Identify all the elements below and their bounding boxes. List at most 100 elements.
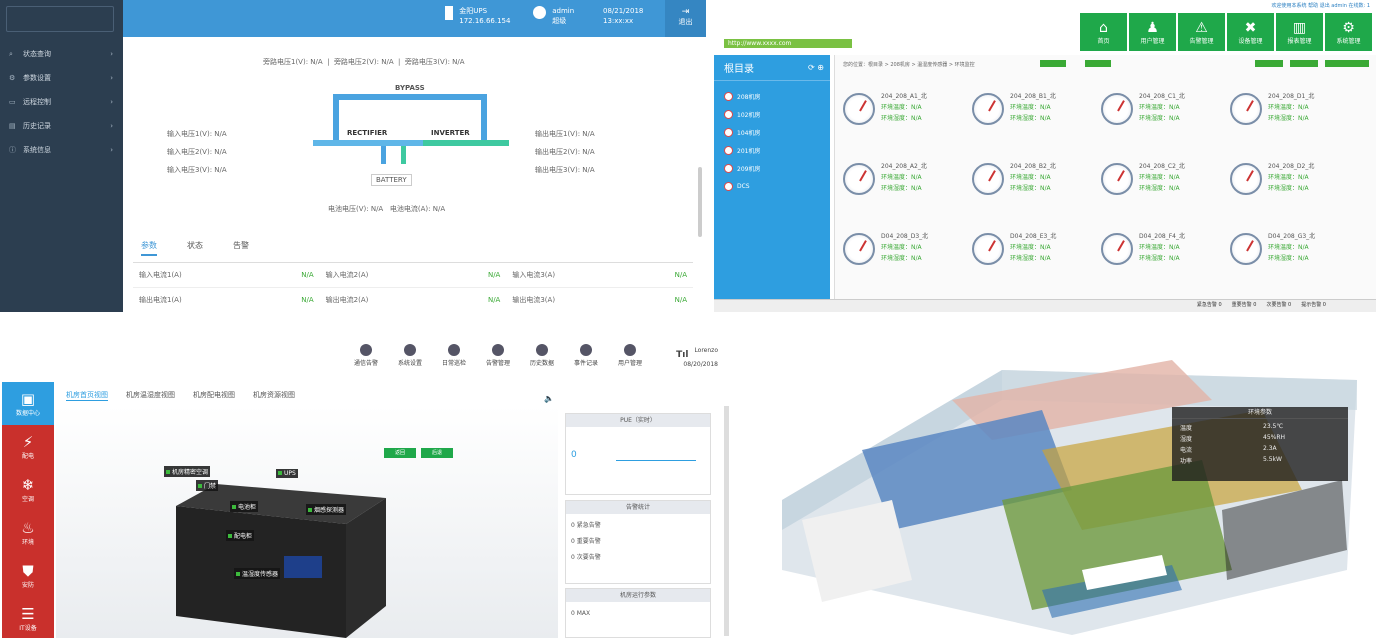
toolbar-button-0[interactable]: 通信告警: [346, 344, 386, 367]
toolbar-button-6[interactable]: 用户管理: [610, 344, 650, 367]
category-label: 数据中心: [15, 410, 40, 417]
category-item-3[interactable]: ♨ 环境: [2, 511, 54, 554]
gauge-icon[interactable]: [1230, 233, 1262, 265]
toolbar-button-4[interactable]: 历史数据: [522, 344, 562, 367]
nav-button-3[interactable]: ✖ 设备管理: [1227, 13, 1274, 51]
sidebar-item-2[interactable]: ▭ 远程控制 ›: [0, 90, 123, 114]
sensor-card[interactable]: 204_208_B1_北 环境温度：N/A 环境湿度：N/A: [1010, 91, 1056, 124]
scene-label-door[interactable]: 门禁: [196, 480, 219, 491]
scene-label-th[interactable]: 温湿度传感器: [234, 568, 281, 579]
tree-item[interactable]: 104机房: [724, 123, 830, 141]
gauge-icon[interactable]: [1230, 163, 1262, 195]
gauge-icon[interactable]: [1101, 93, 1133, 125]
sidebar-item-0[interactable]: ⌕ 状态查询 ›: [0, 42, 123, 66]
gauge-icon[interactable]: [1101, 163, 1133, 195]
tab-params[interactable]: 参数: [141, 240, 157, 256]
nav-button-0[interactable]: ⌂ 首页: [1080, 13, 1127, 51]
tab-alarm[interactable]: 告警: [233, 240, 249, 256]
tag-button-2[interactable]: [1085, 60, 1111, 67]
tab-status[interactable]: 状态: [187, 240, 203, 256]
category-label: 安防: [21, 582, 34, 589]
signal-icon: Tıl: [676, 350, 689, 360]
scene-label-pdu[interactable]: 配电柜: [226, 530, 255, 541]
alarm-counter[interactable]: 重要告警 0: [1232, 301, 1257, 308]
action-button-1[interactable]: [1255, 60, 1283, 67]
nav-button-2[interactable]: ⚠ 告警管理: [1178, 13, 1225, 51]
sensor-card[interactable]: 204_208_D1_北 环境温度：N/A 环境湿度：N/A: [1268, 91, 1314, 124]
run-param-panel: 机房运行参数 0 MAX: [565, 588, 711, 638]
gauge-icon[interactable]: [972, 163, 1004, 195]
sensor-card[interactable]: D04_208_F4_北 环境温度：N/A 环境湿度：N/A: [1139, 231, 1185, 264]
alarm-counter[interactable]: 提示告警 0: [1301, 301, 1326, 308]
logout-button[interactable]: ⇥ 退出: [665, 0, 706, 37]
sensor-card[interactable]: D04_208_D3_北 环境温度：N/A 环境湿度：N/A: [881, 231, 928, 264]
nav-button-4[interactable]: ▥ 报表管理: [1276, 13, 1323, 51]
gauge-icon[interactable]: [972, 233, 1004, 265]
category-item-2[interactable]: ❄ 空调: [2, 468, 54, 511]
gauge-icon[interactable]: [1101, 233, 1133, 265]
gauge-icon[interactable]: [1230, 93, 1262, 125]
category-item-4[interactable]: ⛊ 安防: [2, 554, 54, 597]
scrollbar[interactable]: [724, 406, 729, 636]
refresh-icon[interactable]: ⟳ ⊕: [808, 63, 824, 72]
toolbar-button-3[interactable]: 告警管理: [478, 344, 518, 367]
category-item-5[interactable]: ☰ IT设备: [2, 597, 54, 640]
speaker-icon[interactable]: 🔈: [544, 394, 554, 403]
sidebar-item-3[interactable]: ▤ 历史记录 ›: [0, 114, 123, 138]
scene-label-ac[interactable]: 机房精密空调: [164, 466, 211, 477]
back-button[interactable]: 返回: [384, 448, 416, 458]
gauge-icon[interactable]: [843, 233, 875, 265]
nav-button-1[interactable]: ♟ 用户管理: [1129, 13, 1176, 51]
3d-scene[interactable]: 机房精密空调 门禁 UPS 电池柜 配电柜 烟感探测器 温湿度传感器 返回 后退…: [56, 394, 558, 638]
category-item-0[interactable]: ▣ 数据中心: [2, 382, 54, 425]
view-tab-0[interactable]: 机房首页视图: [66, 390, 108, 401]
nav-button-5[interactable]: ⚙ 系统管理: [1325, 13, 1372, 51]
sidebar-item-4[interactable]: ⓘ 系统信息 ›: [0, 138, 123, 162]
alarm-counter[interactable]: 紧急告警 0: [1197, 301, 1222, 308]
alarm-counter[interactable]: 次要告警 0: [1266, 301, 1291, 308]
sensor-card[interactable]: D04_208_G3_北 环境温度：N/A 环境湿度：N/A: [1268, 231, 1315, 264]
sidebar-item-label: 历史记录: [23, 122, 51, 130]
user-info[interactable]: admin 超级: [533, 6, 574, 26]
category-item-1[interactable]: ⚡ 配电: [2, 425, 54, 468]
sensor-name: 204_208_C2_北: [1139, 163, 1185, 170]
sensor-card[interactable]: 204_208_A1_北 环境温度：N/A 环境湿度：N/A: [881, 91, 927, 124]
toolbar-button-1[interactable]: 系统设置: [390, 344, 430, 367]
tree-item[interactable]: DCS: [724, 177, 830, 195]
sensor-card[interactable]: 204_208_C2_北 环境温度：N/A 环境湿度：N/A: [1139, 161, 1185, 194]
sensor-card[interactable]: D04_208_E3_北 环境温度：N/A 环境湿度：N/A: [1010, 231, 1056, 264]
scene-label-smoke[interactable]: 烟感探测器: [306, 504, 347, 515]
pue-trend-line: [616, 460, 696, 461]
nav-icon: ⚙: [1342, 19, 1355, 36]
sensor-card[interactable]: 204_208_C1_北 环境温度：N/A 环境湿度：N/A: [1139, 91, 1185, 124]
sidebar-item-1[interactable]: ⚙ 参数设置 ›: [0, 66, 123, 90]
view-tab-2[interactable]: 机房配电视图: [193, 390, 235, 401]
action-button-3[interactable]: [1325, 60, 1369, 67]
gauge-icon[interactable]: [972, 93, 1004, 125]
sensor-card[interactable]: 204_208_B2_北 环境温度：N/A 环境湿度：N/A: [1010, 161, 1056, 194]
cell-label: 输入电流2(A): [325, 271, 369, 279]
nav-label: 系统管理: [1336, 37, 1361, 45]
tag-button-1[interactable]: [1040, 60, 1066, 67]
view-tab-1[interactable]: 机房温湿度视图: [126, 390, 175, 401]
previous-button[interactable]: 后退: [421, 448, 453, 458]
tree-item[interactable]: 102机房: [724, 105, 830, 123]
toolbar-button-5[interactable]: 事件记录: [566, 344, 606, 367]
topbar-links[interactable]: 欢迎使用本系统 帮助 退出 admin 在线数: 1: [1272, 2, 1370, 9]
tree-item[interactable]: 201机房: [724, 141, 830, 159]
sensor-card[interactable]: 204_208_D2_北 环境温度：N/A 环境湿度：N/A: [1268, 161, 1314, 194]
sensor-card[interactable]: 204_208_A2_北 环境温度：N/A 环境湿度：N/A: [881, 161, 927, 194]
scene-label-ups[interactable]: UPS: [276, 469, 298, 478]
tree-item[interactable]: 209机房: [724, 159, 830, 177]
toolbar-button-2[interactable]: 日常巡检: [434, 344, 474, 367]
view-tab-3[interactable]: 机房资源视图: [253, 390, 295, 401]
tree-item[interactable]: 208机房: [724, 87, 830, 105]
alarm-stats-panel: 告警统计 0 紧急告警 0 重要告警 0 次要告警: [565, 500, 711, 584]
tree-item-label: DCS: [737, 182, 750, 190]
scrollbar[interactable]: [698, 167, 702, 237]
gauge-icon[interactable]: [843, 93, 875, 125]
action-button-2[interactable]: [1290, 60, 1318, 67]
scene-label-battery[interactable]: 电池柜: [230, 501, 259, 512]
gauge-icon[interactable]: [843, 163, 875, 195]
cell-value: N/A: [487, 271, 501, 279]
